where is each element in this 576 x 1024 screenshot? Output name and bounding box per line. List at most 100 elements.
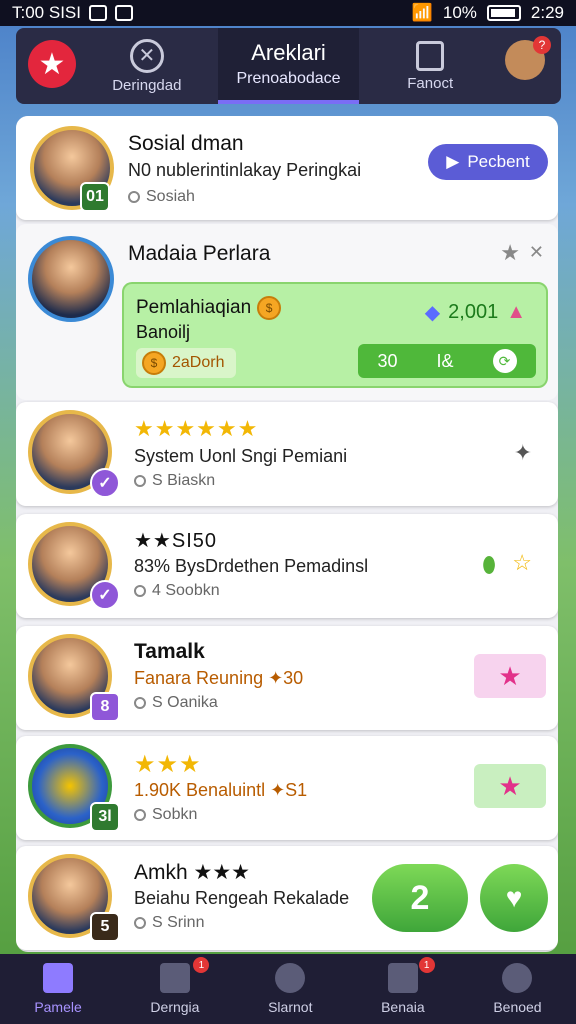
top-tab-bar: ★ ✕ Deringdad Areklari Prenoabodace Fano… [16, 28, 561, 104]
player-name: Madaia Perlara [128, 242, 271, 265]
player-desc: 83% BysDrdethen Pemadinsl [134, 556, 369, 576]
nav-derngia[interactable]: 1 Derngia [150, 957, 210, 1015]
nav-label: Derngia [150, 999, 200, 1015]
leaf-icon[interactable]: ⬮ [482, 552, 496, 578]
home-icon [43, 963, 74, 993]
list-item[interactable]: ✓ ★★★★★★ System Uonl Sngi Pemiani S Bias… [16, 402, 558, 506]
claim-bar[interactable]: 30 I& ⟳ [358, 344, 536, 378]
reward-subtitle: Banoilj [136, 322, 191, 342]
bar-value-b: I& [436, 350, 454, 371]
nav-benoed[interactable]: Benoed [493, 963, 542, 1015]
player-name: Amkh ★★★ [134, 861, 250, 884]
battery-icon [486, 5, 521, 21]
player-desc: 1.90K Benaluintl ✦S1 [134, 780, 308, 800]
favorite-star-icon[interactable]: ★ [500, 240, 520, 266]
meta-text: S Oanika [152, 694, 218, 711]
nav-label: Pamele [34, 999, 82, 1015]
sparkle-icon[interactable]: ✦ [514, 440, 532, 466]
close-icon[interactable]: ✕ [529, 242, 544, 263]
status-bar: T:00 SISI 📶 10% 2:29 [0, 0, 576, 26]
battery-percent: 10% [442, 3, 477, 22]
nav-label: Benoed [493, 999, 542, 1015]
user-icon [134, 917, 146, 929]
featured-item[interactable]: Madaia Perlara ★ ✕ Pemlahiaqian $ Banoil… [16, 224, 558, 400]
level-badge: 5 [90, 912, 120, 942]
profile-icon [502, 963, 533, 993]
count-button[interactable]: 2 [372, 864, 468, 932]
status-time-label: T:00 SISI [12, 3, 81, 22]
gear-icon [275, 963, 306, 993]
chat-icon [387, 963, 418, 993]
location-icon [134, 809, 146, 821]
nav-badge: 1 [418, 957, 435, 973]
tab-label: Prenoabodace [236, 70, 341, 87]
meta-text: S Biaskn [152, 472, 216, 489]
level-badge: ✓ [90, 468, 120, 498]
play-button[interactable]: ▶ Pecbent [428, 144, 548, 180]
bar-value-a: 30 [377, 350, 398, 371]
player-meta: S Srinn [134, 914, 204, 932]
player-desc: Beiahu Rengeah Rekalade [134, 888, 350, 908]
notification-badge: ? [533, 36, 551, 54]
meta-text: 4 Soobkn [152, 582, 220, 599]
tab-deringdad[interactable]: ✕ Deringdad [16, 28, 218, 104]
notification-icon-2 [114, 5, 133, 21]
inbox-icon [159, 963, 190, 993]
tab-title: Areklari [251, 40, 326, 65]
bag-icon [416, 40, 445, 71]
player-desc: System Uonl Sngi Pemiani [134, 446, 348, 466]
user-icon [134, 697, 146, 709]
player-desc: N0 nublerintinlakay Peringkai [128, 160, 362, 180]
nav-pamele[interactable]: Pamele [34, 963, 82, 1015]
level-badge: 8 [90, 692, 120, 722]
nav-benaia[interactable]: 1 Benaia [381, 957, 435, 1015]
star-icon[interactable]: ☆ [512, 550, 532, 576]
list-item[interactable]: 8 Tamalk Fanara Reuning ✦30 S Oanika ★ [16, 626, 558, 730]
coin-icon: $ [257, 296, 282, 320]
play-button-label: Pecbent [467, 152, 530, 171]
player-name: Tamalk [134, 640, 205, 663]
star-badge-button[interactable]: ★ [474, 654, 546, 698]
location-icon [128, 191, 140, 203]
player-meta: 4 Soobkn [134, 582, 220, 600]
reward-title: Pemlahiaqian [136, 297, 252, 318]
list-item[interactable]: ✓ ★★SI50 83% BysDrdethen Pemadinsl 4 Soo… [16, 514, 558, 618]
star-badge-button[interactable]: ★ [474, 764, 546, 808]
list-item[interactable]: 5 Amkh ★★★ Beiahu Rengeah Rekalade S Sri… [16, 846, 558, 950]
reward-pill: $ 2aDorh [136, 348, 236, 378]
player-stars: ★★★★★★ [134, 416, 259, 441]
tab-areklari[interactable]: Areklari Prenoabodace [217, 28, 360, 104]
player-meta: S Oanika [134, 694, 218, 712]
heart-button[interactable]: ♥ [480, 864, 548, 932]
avatar [28, 236, 114, 322]
play-icon: ▶ [446, 152, 460, 171]
nav-slarnot[interactable]: Slarnot [268, 963, 312, 1015]
nav-badge: 1 [193, 957, 210, 973]
reward-value: 2aDorh [172, 354, 225, 371]
status-clock: 2:29 [530, 3, 564, 22]
gem-icon: ◆ [424, 302, 441, 324]
bottom-nav: Pamele 1 Derngia Slarnot 1 Benaia Benoed [0, 954, 576, 1024]
level-badge: ✓ [90, 580, 120, 610]
refresh-icon: ⟳ [492, 349, 517, 373]
player-name: Sosial dman [128, 132, 244, 155]
reward-panel: Pemlahiaqian $ Banoilj ◆ 2,001 ▲ $ 2aDor… [122, 282, 548, 388]
nav-label: Slarnot [268, 999, 313, 1015]
player-meta: S Biaskn [134, 472, 215, 490]
tab-label: Fanoct [407, 74, 454, 92]
coin-count: 2,001 [448, 301, 499, 323]
list-item[interactable]: 01 Sosial dman N0 nublerintinlakay Perin… [16, 116, 558, 220]
meta-text: Sosiah [146, 188, 195, 205]
heart-icon: ♥ [505, 882, 523, 913]
player-stars: ★★SI50 [134, 530, 218, 552]
level-badge: 01 [80, 182, 110, 212]
player-stars: ★★★ [134, 751, 202, 778]
nav-label: Benaia [381, 999, 425, 1015]
level-badge: 3l [90, 802, 120, 832]
notification-icon [88, 5, 107, 21]
tab-label: Deringdad [112, 76, 182, 94]
player-list: 01 Sosial dman N0 nublerintinlakay Perin… [16, 116, 558, 952]
player-meta: Sobkn [134, 806, 197, 824]
coin-count-row: ◆ 2,001 ▲ [425, 300, 526, 325]
list-item[interactable]: 3l ★★★ 1.90K Benaluintl ✦S1 Sobkn ★ [16, 736, 558, 840]
